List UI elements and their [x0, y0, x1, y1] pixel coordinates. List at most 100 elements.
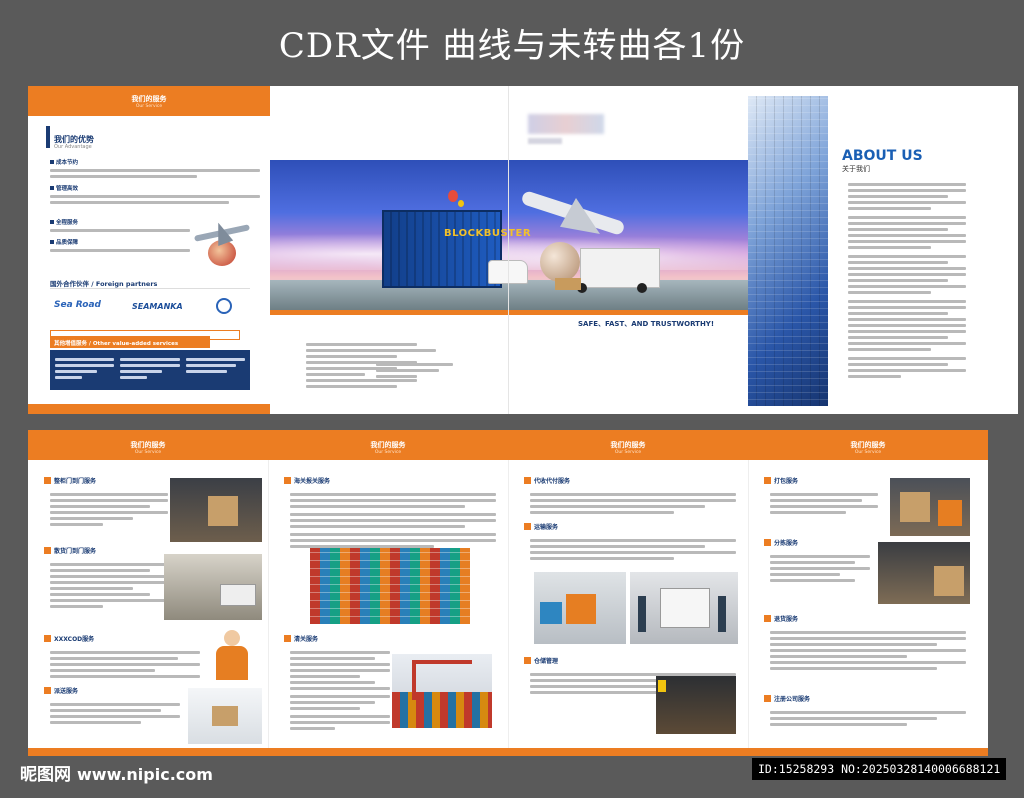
vas-list-box: [50, 350, 250, 390]
section-icon: [764, 477, 771, 484]
section-text: [50, 648, 200, 681]
section-icon: [44, 547, 51, 554]
section-heading: 散货门到门服务: [44, 546, 96, 555]
airplane-globe-image: [194, 216, 252, 270]
fold-line: [268, 460, 269, 750]
advantage-subtitle: Our Advantage: [54, 144, 92, 150]
globe-image: [540, 242, 580, 282]
section-text: [50, 490, 168, 529]
service-header-bar: 我们的服务 Our Service: [28, 86, 270, 116]
balloon-icon: [448, 190, 458, 202]
section-heading: 分拣服务: [764, 538, 798, 547]
section-heading: 打包服务: [764, 476, 798, 485]
panel-header-title: 我们的服务: [610, 441, 646, 449]
footer-bar: [28, 748, 988, 756]
panel-header-title: 我们的服务: [850, 441, 886, 449]
skyscraper-image: [748, 96, 828, 406]
advantage-item: 全程服务: [50, 218, 190, 226]
section-icon: [44, 687, 51, 694]
container-port-photo: [310, 548, 470, 624]
advantage-list-2: 全程服务 品质保障: [50, 218, 190, 255]
page-title: CDR文件 曲线与未转曲各1份: [278, 26, 746, 66]
section-icon: [44, 635, 51, 642]
courier-man-photo: [208, 626, 258, 682]
footer-bar: [28, 404, 270, 414]
section-text: [530, 536, 736, 563]
section-icon: [524, 657, 531, 664]
section-icon: [284, 477, 291, 484]
vas-title: 其他增值服务 / Other value-added services: [50, 336, 210, 348]
crane-port-photo: [392, 654, 492, 728]
section-text: [530, 490, 736, 517]
advantage-item: 成本节约: [50, 158, 260, 166]
panel-header-title: 我们的服务: [130, 441, 166, 449]
advantage-item: 品质保障: [50, 238, 190, 246]
service-header-title: 我们的服务: [131, 95, 167, 103]
about-body-text: [848, 180, 966, 381]
section-icon: [524, 477, 531, 484]
partners-title: 国外合作伙伴 / Foreign partners: [50, 280, 158, 288]
warehouse-staff-photo: [630, 572, 738, 644]
section-icon: [524, 523, 531, 530]
section-text: [770, 708, 966, 729]
section-text: [50, 700, 180, 727]
brochure-inside-spread: 我们的服务 Our Service 我们的服务 Our Service 我们的服…: [28, 430, 988, 756]
truck-image: [577, 248, 660, 293]
shipping-container: BLOCKBUSTER: [382, 210, 531, 288]
section-heading: 清关服务: [284, 634, 318, 643]
dark-warehouse-photo: [656, 676, 736, 734]
container-label: BLOCKBUSTER: [444, 228, 532, 239]
panel-header-sub: Our Service: [614, 450, 642, 455]
divider: [50, 288, 250, 289]
brochure-about-panel: ABOUT US 关于我们: [748, 86, 1018, 414]
section-heading: 仓储管理: [524, 656, 558, 665]
balloon-icon: [458, 200, 464, 207]
sorting-warehouse-photo: [878, 542, 970, 604]
section-heading: 代收代付服务: [524, 476, 570, 485]
fold-line: [748, 460, 749, 750]
section-icon: [764, 539, 771, 546]
advantage-list: 成本节约 管理高效: [50, 158, 260, 207]
fold-line: [508, 460, 509, 750]
warehouse-truck-photo: [170, 478, 262, 542]
brochure-cover-spread: BLOCKBUSTER SAFE、FAST、AND TRUSTWORTHY!: [270, 86, 748, 414]
section-icon: [44, 477, 51, 484]
section-heading: 注册公司服务: [764, 694, 810, 703]
blurred-logo-sub: [528, 138, 562, 144]
image-id-watermark: ID:15258293 NO:20250328140006688121: [752, 758, 1006, 780]
brochure-top-left-panel: 我们的服务 Our Service 我们的优势 Our Advantage 成本…: [28, 86, 270, 414]
boxes-image: [555, 278, 581, 290]
about-subtitle: 关于我们: [842, 165, 870, 173]
advantage-item: 管理高效: [50, 184, 260, 192]
about-title: ABOUT US: [842, 148, 923, 164]
section-heading: 整柜门到门服务: [44, 476, 96, 485]
panel-header-sub: Our Service: [854, 450, 882, 455]
partner-logo-circle-icon: [216, 298, 232, 314]
section-text: [770, 490, 878, 517]
warehouse-interior-photo: [164, 554, 262, 620]
section-marker: [46, 126, 50, 148]
cover-banner-image: BLOCKBUSTER: [270, 160, 748, 310]
blurred-logo: [528, 114, 604, 134]
service-header-sub: Our Service: [135, 104, 163, 109]
airplane-image: [520, 188, 630, 238]
section-text: [50, 560, 168, 611]
panel-header-sub: Our Service: [374, 450, 402, 455]
contact-block-2: [376, 360, 466, 381]
panel-header-sub: Our Service: [134, 450, 162, 455]
panel-header-title: 我们的服务: [370, 441, 406, 449]
parcel-handover-photo: [188, 688, 262, 744]
section-heading: 运输服务: [524, 522, 558, 531]
forklift-photo: [534, 572, 626, 644]
section-icon: [764, 615, 771, 622]
section-heading: 退货服务: [764, 614, 798, 623]
section-icon: [284, 635, 291, 642]
section-heading: XXXCOD服务: [44, 634, 94, 643]
slogan-strip: [270, 310, 748, 315]
section-text: [290, 490, 496, 551]
slogan-text: SAFE、FAST、AND TRUSTWORTHY!: [578, 320, 715, 328]
fold-line: [508, 86, 509, 414]
section-heading: 派送服务: [44, 686, 78, 695]
section-text: [290, 648, 390, 733]
partner-logo-searoad: Sea Road: [54, 300, 101, 310]
